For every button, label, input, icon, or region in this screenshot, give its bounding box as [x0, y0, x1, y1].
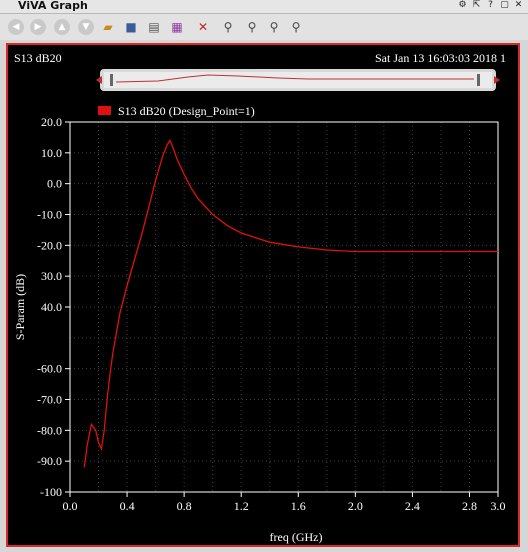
- legend-swatch: [98, 106, 111, 115]
- window-controls: ⚙ ⇱ ? ▢ ✕: [457, 0, 524, 13]
- zoom-in-icon[interactable]: ⚲: [220, 19, 236, 35]
- x-tick-label: 2.4: [405, 499, 420, 513]
- legend: S13 dB20 (Design_Point=1): [98, 104, 255, 118]
- y-tick-label: 0.0: [47, 177, 62, 191]
- x-tick-label: 2.0: [348, 499, 363, 513]
- y-tick-label: -60.0: [37, 362, 62, 376]
- zoom-fit-icon[interactable]: ⚲: [244, 19, 260, 35]
- plot-title: S13 dB20: [14, 51, 62, 65]
- x-axis: 0.0 0.4 0.8 1.2 1.6 2.0 2.4 2.8 3.0: [63, 492, 506, 513]
- legend-label: S13 dB20 (Design_Point=1): [118, 104, 255, 118]
- graph-window: S13 dB20 Sat Jan 13 16:03:03 2018 1 S13 …: [6, 43, 520, 547]
- down-icon[interactable]: ▼: [78, 19, 94, 35]
- title-bar: ViVA Graph ⚙ ⇱ ? ▢ ✕: [0, 0, 528, 14]
- zoom-x-icon[interactable]: ⚲: [266, 19, 282, 35]
- back-icon[interactable]: ◀: [8, 19, 24, 35]
- y-tick-label: -80.0: [37, 423, 62, 437]
- print-icon[interactable]: ▤: [146, 19, 162, 35]
- scroll-handle-right[interactable]: [477, 74, 480, 86]
- restore-icon[interactable]: ▢: [499, 0, 510, 11]
- series-line[interactable]: [83, 139, 498, 468]
- chart-canvas[interactable]: S13 dB20 Sat Jan 13 16:03:03 2018 1 S13 …: [8, 45, 518, 545]
- y-tick-label: -10.0: [37, 208, 62, 222]
- x-axis-label: freq (GHz): [270, 530, 323, 544]
- y-tick-label: 10.0: [41, 146, 62, 160]
- y-tick-label: 30.0: [41, 269, 62, 283]
- x-tick-label: 0.0: [63, 499, 78, 513]
- traces: [83, 139, 498, 468]
- x-tick-label: 3.0: [491, 499, 506, 513]
- calculator-icon[interactable]: ▦: [169, 19, 185, 35]
- help-icon[interactable]: ?: [485, 0, 496, 11]
- x-tick-label: 0.4: [120, 499, 135, 513]
- popout-icon[interactable]: ⇱: [471, 0, 482, 11]
- open-folder-icon[interactable]: ▰: [100, 19, 116, 35]
- y-tick-label: -90.0: [37, 454, 62, 468]
- y-tick-label: 40.0: [41, 300, 62, 314]
- zoom-y-icon[interactable]: ⚲: [288, 19, 304, 35]
- scroll-handle-left[interactable]: [110, 74, 113, 86]
- app-title: ViVA Graph: [18, 0, 88, 12]
- y-tick-label: -100: [40, 485, 62, 499]
- y-axis: 20.0 10.0 0.0 -10.0 -20.0 30.0 40.0 -60.0 -70.0 -…: [37, 115, 70, 499]
- close-icon[interactable]: ✕: [513, 0, 524, 11]
- up-icon[interactable]: ▲: [54, 19, 70, 35]
- y-tick-label: -20.0: [37, 238, 62, 252]
- save-icon[interactable]: ■: [123, 19, 139, 35]
- grid: [69, 121, 499, 493]
- scroll-right-icon[interactable]: [494, 76, 500, 84]
- toolbar: ◀ ▶ ▲ ▼ ▰ ■ ▤ ▦ ✕ ⚲ ⚲ ⚲ ⚲: [0, 14, 528, 40]
- y-tick-label: -70.0: [37, 393, 62, 407]
- settings-icon[interactable]: ⚙: [457, 0, 468, 11]
- forward-icon[interactable]: ▶: [30, 19, 46, 35]
- y-axis-label: S-Param (dB): [13, 274, 27, 340]
- x-tick-label: 0.8: [177, 499, 192, 513]
- delete-icon[interactable]: ✕: [195, 19, 211, 35]
- x-tick-label: 1.2: [234, 499, 249, 513]
- x-tick-label: 1.6: [291, 499, 306, 513]
- y-tick-label: 20.0: [41, 115, 62, 129]
- x-tick-label: 2.8: [462, 499, 477, 513]
- plot-timestamp: Sat Jan 13 16:03:03 2018 1: [375, 51, 506, 65]
- scroll-left-icon[interactable]: [96, 76, 102, 84]
- x-scrollbar[interactable]: [96, 69, 500, 91]
